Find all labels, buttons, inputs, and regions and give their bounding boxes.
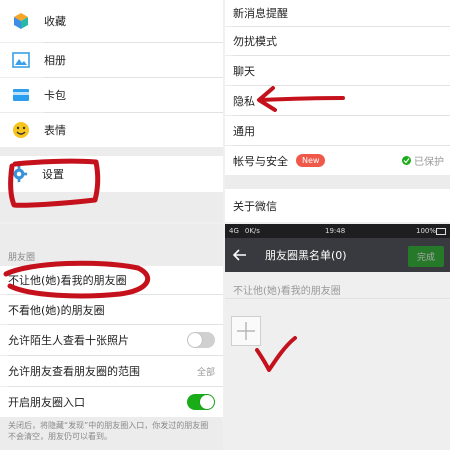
settings-item-label: 隐私	[233, 94, 255, 108]
settings-item-new-message[interactable]: 新消息提醒	[225, 0, 450, 26]
row-enable-moments-entry[interactable]: 开启朋友圈入口	[0, 387, 223, 417]
menu-item-cards[interactable]: 卡包	[0, 78, 223, 112]
stranger-photos-toggle[interactable]	[187, 332, 215, 348]
row-block-from-moments[interactable]: 不让他(她)看我的朋友圈	[0, 266, 223, 294]
settings-item-label: 新消息提醒	[233, 7, 288, 20]
settings-item-label: 聊天	[233, 64, 255, 78]
shield-check-icon	[402, 156, 411, 165]
settings-item-general[interactable]: 通用	[225, 116, 450, 145]
row-label: 不让他(她)看我的朋友圈	[8, 274, 127, 287]
protected-status: 已保护	[402, 153, 444, 168]
menu-item-label: 相册	[44, 54, 66, 67]
row-label: 开启朋友圈入口	[8, 396, 85, 409]
moments-entry-toggle[interactable]	[187, 394, 215, 410]
menu-item-stickers[interactable]: 表情	[0, 113, 223, 147]
settings-item-label: 勿扰模式	[233, 35, 277, 48]
row-label: 允许朋友查看朋友圈的范围	[8, 365, 140, 378]
list-subtitle: 不让他(她)看我的朋友圈	[233, 286, 341, 297]
card-wallet-icon	[12, 86, 30, 104]
row-label: 允许陌生人查看十张照片	[8, 334, 129, 347]
done-button[interactable]: 完成	[407, 246, 444, 267]
sticker-smiley-icon	[12, 121, 30, 139]
settings-item-chat[interactable]: 聊天	[225, 56, 450, 85]
menu-item-album[interactable]: 相册	[0, 43, 223, 77]
network-speed: 0K/s	[244, 227, 260, 235]
battery-icon	[436, 227, 446, 235]
menu-item-favorites[interactable]: 收藏	[0, 0, 223, 42]
favorites-cube-icon	[12, 12, 30, 30]
panel-moments-blacklist: 4G 0K/s 19:48 100% 朋友圈黑名单(0) 完成 不让他(她)看我…	[225, 224, 450, 450]
settings-item-label: 通用	[233, 124, 255, 138]
section-header-moments: 朋友圈	[8, 253, 36, 263]
album-picture-icon	[12, 51, 30, 69]
battery-level: 100%	[415, 227, 436, 235]
panel-settings-list: 新消息提醒 勿扰模式 聊天 隐私 通用 帐号与安全 New 已保护 关于微信	[225, 0, 450, 222]
settings-item-do-not-disturb[interactable]: 勿扰模式	[225, 27, 450, 55]
row-label: 不看他(她)的朋友圈	[8, 303, 105, 317]
settings-item-label: 帐号与安全	[233, 154, 288, 168]
panel-moments-privacy: 朋友圈 不让他(她)看我的朋友圈 不看他(她)的朋友圈 允许陌生人查看十张照片 …	[0, 224, 223, 450]
title-bar: 朋友圈黑名单(0) 完成	[225, 238, 450, 272]
panel-me-menu: 收藏 相册 卡包 表情 设置	[0, 0, 223, 222]
settings-item-privacy[interactable]: 隐私	[225, 86, 450, 115]
page-title: 朋友圈黑名单(0)	[265, 249, 347, 262]
row-hide-their-moments[interactable]: 不看他(她)的朋友圈	[0, 295, 223, 324]
gear-icon	[10, 165, 28, 183]
menu-item-label: 表情	[44, 124, 66, 137]
menu-item-label: 卡包	[44, 89, 66, 102]
new-badge: New	[296, 154, 326, 167]
back-arrow-icon[interactable]	[233, 247, 249, 263]
status-bar: 4G 0K/s 19:48 100%	[225, 224, 450, 238]
menu-item-settings[interactable]: 设置	[0, 156, 223, 192]
settings-label: 设置	[42, 168, 64, 181]
add-member-button[interactable]	[231, 316, 261, 346]
row-friend-view-range[interactable]: 允许朋友查看朋友圈的范围 全部	[0, 356, 223, 386]
range-value: 全部	[196, 367, 215, 378]
moments-entry-note: 关闭后，将隐藏“发现”中的朋友圈入口，你发过的朋友圈不会清空，朋友仍可以看到。	[8, 421, 209, 441]
signal-indicator: 4G	[229, 227, 239, 235]
status-time: 19:48	[325, 227, 346, 235]
settings-item-about[interactable]: 关于微信	[225, 189, 450, 222]
row-stranger-ten-photos[interactable]: 允许陌生人查看十张照片	[0, 325, 223, 355]
settings-item-account-security[interactable]: 帐号与安全 New 已保护	[225, 146, 450, 175]
settings-item-label: 关于微信	[233, 199, 277, 213]
plus-icon	[237, 322, 255, 340]
menu-item-label: 收藏	[44, 15, 66, 28]
